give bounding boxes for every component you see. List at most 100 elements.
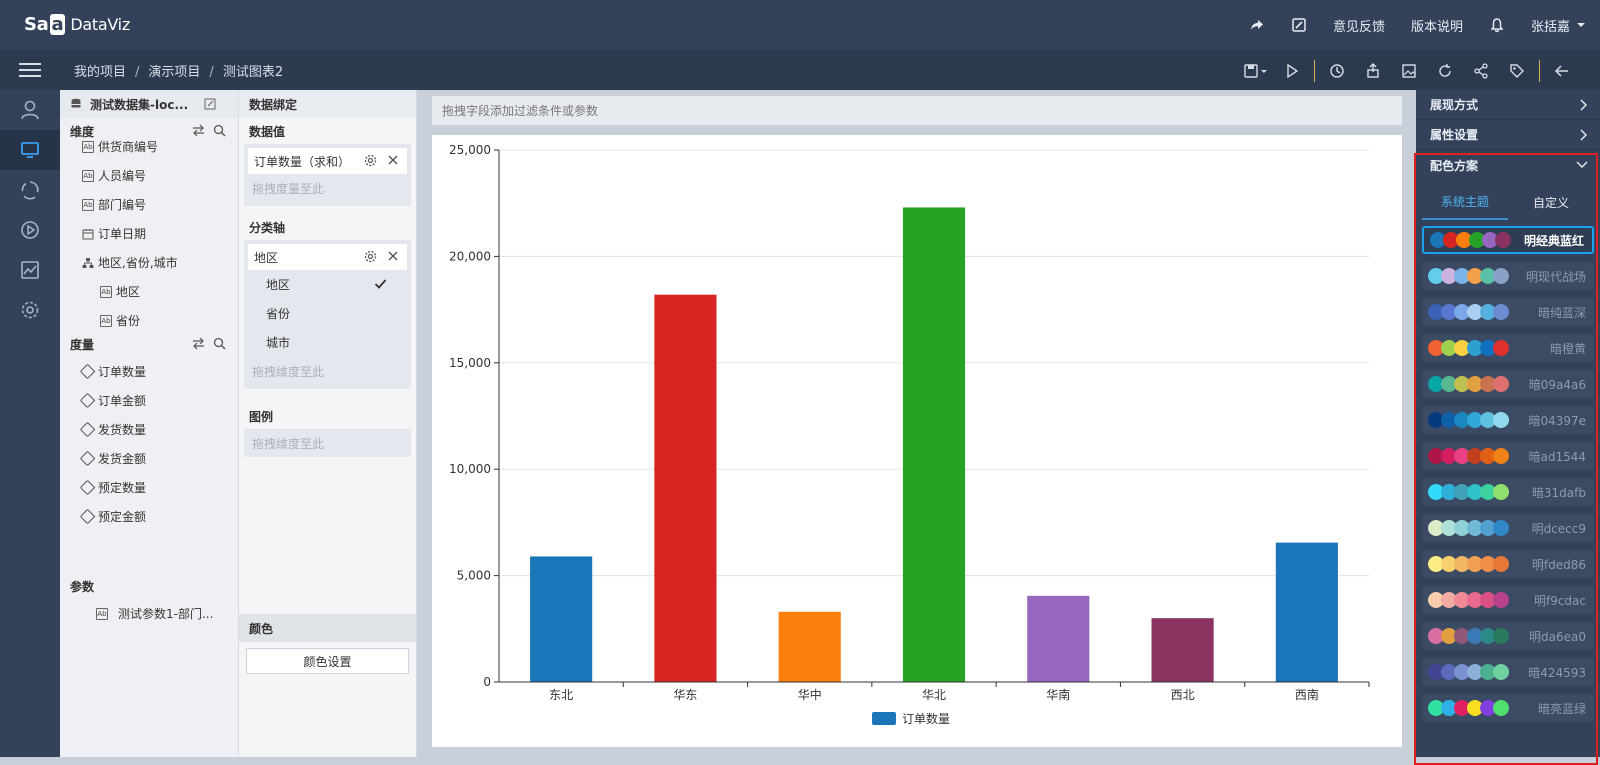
y-tick-label: 0 [483, 675, 491, 689]
x-tick-label: 东北 [549, 688, 573, 702]
dimension-item[interactable]: 地区,省份,城市 [60, 248, 238, 277]
dataset-name: 测试数据集-loc... [90, 97, 189, 112]
x-tick-label: 华北 [922, 688, 946, 702]
color-swatch [1493, 268, 1509, 284]
dimension-label: 地区 [116, 285, 141, 299]
color-scheme-item[interactable]: 明经典蓝红 [1422, 226, 1594, 254]
measure-item[interactable]: 预定金额 [60, 502, 238, 531]
dimension-item[interactable]: 订单日期 [60, 219, 238, 248]
color-scheme-item[interactable]: 明现代战场 [1422, 262, 1594, 290]
dimension-section-title: 维度 [60, 118, 238, 144]
measure-item[interactable]: 发货数量 [60, 415, 238, 444]
nav-cycle-icon[interactable] [0, 170, 60, 210]
nav-user-icon[interactable] [0, 90, 60, 130]
dimension-item[interactable]: Ab 人员编号 [60, 161, 238, 190]
edit-dataset-icon[interactable] [204, 98, 216, 110]
measure-section-title: 度量 [60, 331, 238, 357]
y-tick-label: 10,000 [449, 462, 491, 476]
user-menu[interactable]: 张括嘉 [1531, 16, 1586, 35]
color-swatch [1493, 664, 1509, 680]
measure-item[interactable]: 订单金额 [60, 386, 238, 415]
dataset-header[interactable]: 测试数据集-loc... [60, 90, 238, 118]
color-scheme-item[interactable]: 暗09a4a6 [1422, 370, 1594, 398]
color-scheme-item[interactable]: 暗纯蓝深 [1422, 298, 1594, 326]
dimension-item[interactable]: Ab 部门编号 [60, 190, 238, 219]
image-icon[interactable] [1391, 63, 1427, 79]
property-settings-row[interactable]: 属性设置 [1416, 120, 1600, 150]
color-scheme-item[interactable]: 暗亮蓝绿 [1422, 694, 1594, 722]
scheme-swatches [1428, 628, 1509, 644]
version-link[interactable]: 版本说明 [1411, 16, 1463, 35]
param-item[interactable]: Ab 测试参数1-部门... [60, 599, 238, 628]
feedback-link[interactable]: 意见反馈 [1333, 16, 1385, 35]
tab-custom[interactable]: 自定义 [1508, 184, 1594, 220]
axis-option-region[interactable]: 地区 [248, 270, 407, 299]
dimension-item[interactable]: Ab 省份 [60, 306, 238, 329]
axis-pill[interactable]: 地区 [248, 244, 407, 270]
color-scheme-item[interactable]: 暗424593 [1422, 658, 1594, 686]
gear-icon[interactable] [364, 250, 377, 263]
y-tick-label: 25,000 [449, 143, 491, 157]
nav-dashboard-icon[interactable] [0, 130, 60, 170]
dimension-label: 省份 [116, 314, 141, 328]
save-dropdown[interactable] [1238, 63, 1274, 79]
axis-dropzone[interactable]: 地区 地区 省份 城市 拖拽维度至此 [244, 240, 411, 389]
measure-tag-icon [79, 508, 96, 525]
legend-label: 图例 [249, 409, 274, 424]
color-scheme-item[interactable]: 明da6ea0 [1422, 622, 1594, 650]
search-icon[interactable] [213, 337, 226, 350]
history-icon[interactable] [1319, 63, 1355, 79]
color-scheme-item[interactable]: 暗ad1544 [1422, 442, 1594, 470]
axis-option-province[interactable]: 省份 [248, 299, 407, 328]
publish-icon[interactable] [1355, 63, 1391, 79]
scheme-swatches [1428, 412, 1509, 428]
color-scheme-item[interactable]: 暗31dafb [1422, 478, 1594, 506]
play-icon[interactable] [1274, 63, 1310, 79]
edit-icon[interactable] [1291, 17, 1307, 33]
color-scheme-item[interactable]: 明f9cdac [1422, 586, 1594, 614]
value-pill[interactable]: 订单数量（求和） [248, 148, 407, 174]
color-swatch [1493, 448, 1509, 464]
tab-system-theme[interactable]: 系统主题 [1422, 184, 1508, 220]
bell-icon[interactable] [1489, 17, 1505, 33]
axis-option-city[interactable]: 城市 [248, 328, 407, 357]
scheme-swatches [1428, 448, 1509, 464]
display-mode-row[interactable]: 展现方式 [1416, 90, 1600, 120]
search-icon[interactable] [213, 124, 226, 137]
breadcrumb-my-projects[interactable]: 我的项目 [74, 65, 126, 80]
color-scheme-item[interactable]: 明fded86 [1422, 550, 1594, 578]
measure-item[interactable]: 预定数量 [60, 473, 238, 502]
nav-chart-icon[interactable] [0, 250, 60, 290]
share-icon[interactable] [1249, 17, 1265, 33]
color-settings-button[interactable]: 颜色设置 [246, 648, 409, 674]
measure-item[interactable]: 订单数量 [60, 357, 238, 386]
dimension-item[interactable]: Ab 地区 [60, 277, 238, 306]
close-icon[interactable] [387, 250, 399, 262]
back-arrow-icon[interactable] [1544, 63, 1580, 79]
scheme-swatches [1430, 232, 1511, 248]
refresh-icon[interactable] [1427, 63, 1463, 79]
value-placeholder: 拖拽度量至此 [252, 181, 325, 196]
bar [654, 294, 717, 682]
color-scheme-item[interactable]: 暗04397e [1422, 406, 1594, 434]
app-logo[interactable]: Sa a DataViz [24, 14, 130, 35]
legend-dropzone[interactable]: 拖拽维度至此 [244, 429, 411, 457]
nav-play-icon[interactable] [0, 210, 60, 250]
value-dropzone[interactable]: 订单数量（求和） 拖拽度量至此 [244, 144, 411, 206]
nav-settings-icon[interactable] [0, 290, 60, 330]
close-icon[interactable] [387, 154, 399, 166]
swap-icon[interactable] [192, 124, 205, 137]
color-scheme-item[interactable]: 明dcecc9 [1422, 514, 1594, 542]
breadcrumb-current-chart: 测试图表2 [222, 65, 284, 80]
gear-icon[interactable] [364, 154, 377, 167]
breadcrumb: 我的项目 / 演示项目 / 测试图表2 [74, 65, 284, 80]
swap-icon[interactable] [192, 337, 205, 350]
tag-icon[interactable] [1499, 63, 1535, 79]
color-scheme-item[interactable]: 暗橙黄 [1422, 334, 1594, 362]
breadcrumb-demo-project[interactable]: 演示项目 [148, 65, 200, 80]
share-nodes-icon[interactable] [1463, 63, 1499, 79]
color-scheme-row[interactable]: 配色方案 [1416, 150, 1600, 180]
filter-dropzone[interactable]: 拖拽字段添加过滤条件或参数 [432, 96, 1402, 125]
menu-icon[interactable] [19, 59, 41, 79]
measure-item[interactable]: 发货金额 [60, 444, 238, 473]
